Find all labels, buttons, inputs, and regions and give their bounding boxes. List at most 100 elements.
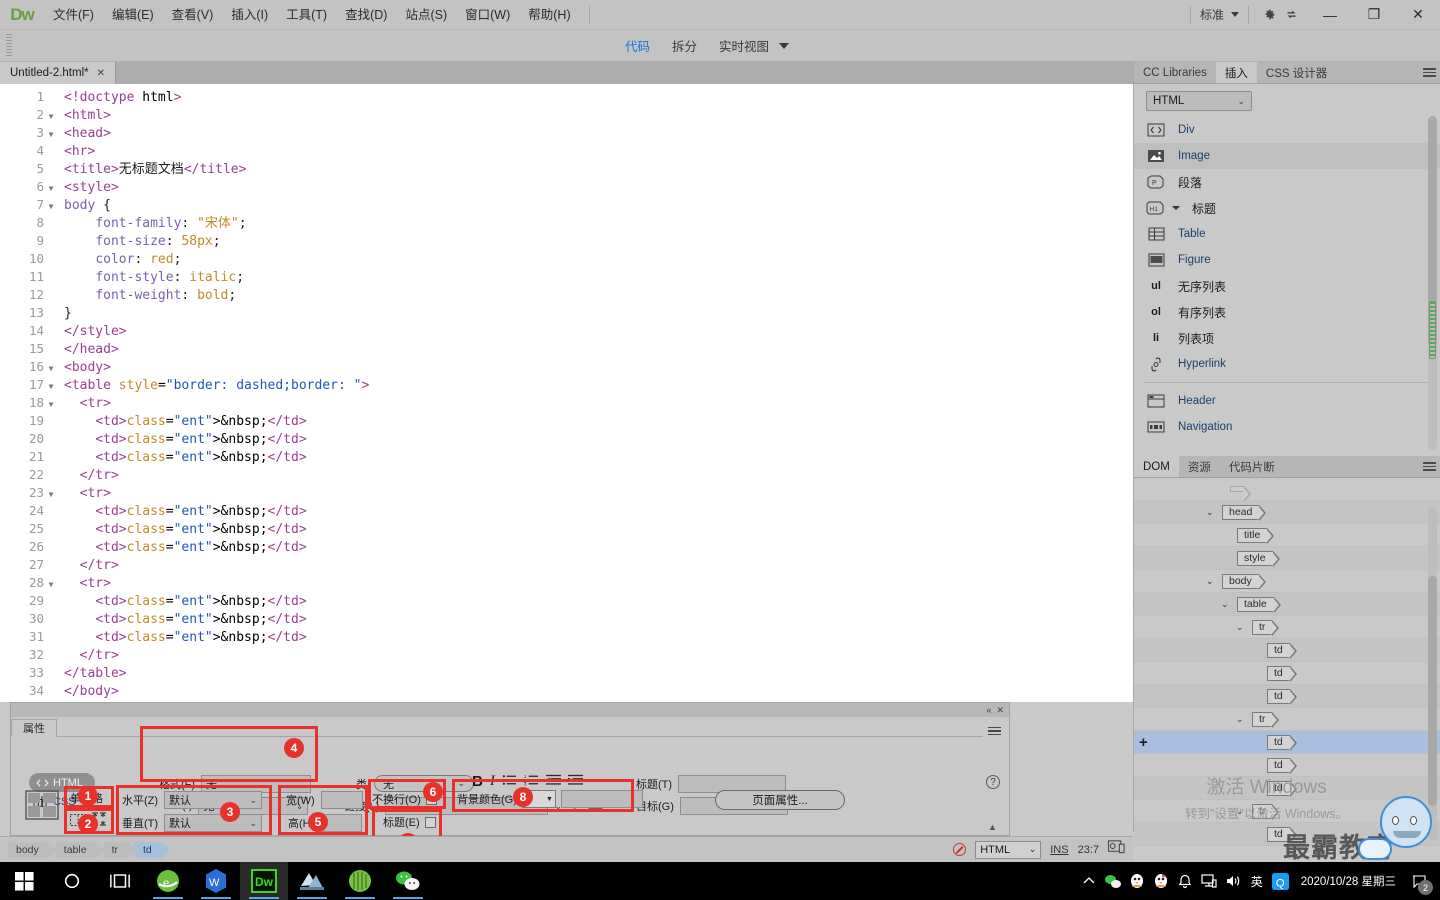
view-tab-code[interactable]: 代码 xyxy=(625,36,650,55)
code-line[interactable]: 10 color: red; xyxy=(0,250,1133,268)
dom-scrollbar-thumb[interactable] xyxy=(1428,576,1437,806)
menu-tools[interactable]: 工具(T) xyxy=(277,0,336,30)
wechat-tray-icon[interactable] xyxy=(1101,862,1125,900)
dom-node-td[interactable]: td xyxy=(1134,777,1440,800)
taskbar-ie-browser[interactable]: e xyxy=(144,862,192,900)
code-line[interactable]: 30 <td>class="ent">&nbsp;</td> xyxy=(0,610,1133,628)
code-line[interactable]: 27 </tr> xyxy=(0,556,1133,574)
code-line[interactable]: 15 </head> xyxy=(0,340,1133,358)
error-indicator-icon[interactable] xyxy=(953,843,967,856)
code-line[interactable]: 33 </table> xyxy=(0,664,1133,682)
menu-help[interactable]: 帮助(H) xyxy=(519,0,579,30)
dom-node-tr[interactable]: ⌄ tr xyxy=(1134,616,1440,639)
taskbar-wechat[interactable] xyxy=(384,862,432,900)
code-line[interactable]: 9 font-size: 58px; xyxy=(0,232,1133,250)
menu-window[interactable]: 窗口(W) xyxy=(456,0,519,30)
taskbar-wps-office[interactable]: W xyxy=(192,862,240,900)
chevron-down-icon[interactable]: ⌄ xyxy=(1236,806,1244,817)
taskbar-start-button[interactable] xyxy=(0,862,48,900)
code-line[interactable]: 21 <td>class="ent">&nbsp;</td> xyxy=(0,448,1133,466)
code-line[interactable]: 12 font-weight: bold; xyxy=(0,286,1133,304)
code-line[interactable]: 14 </style> xyxy=(0,322,1133,340)
header-checkbox[interactable] xyxy=(424,816,436,828)
code-line[interactable]: 22 </tr> xyxy=(0,466,1133,484)
code-line[interactable]: 4 <hr> xyxy=(0,142,1133,160)
chevron-down-icon[interactable]: ⌄ xyxy=(1236,714,1244,725)
workspace-switcher[interactable]: 标准 xyxy=(1200,6,1239,23)
bold-button[interactable]: B xyxy=(472,773,483,790)
qq-tray-icon-2[interactable] xyxy=(1149,862,1173,900)
add-node-icon[interactable]: + xyxy=(1139,735,1148,750)
insert-item-table[interactable]: Table xyxy=(1134,221,1440,247)
dom-node-td[interactable]: td xyxy=(1134,662,1440,685)
close-icon[interactable]: ✕ xyxy=(996,705,1004,716)
dom-node-td[interactable]: + td xyxy=(1134,731,1440,754)
insert-item-列表项[interactable]: li 列表项 xyxy=(1134,325,1440,351)
document-tab[interactable]: Untitled-2.html* ✕ xyxy=(0,62,117,84)
dom-node-body[interactable]: ⌄ body xyxy=(1134,570,1440,593)
menu-find[interactable]: 查找(D) xyxy=(336,0,396,30)
insert-item-无序列表[interactable]: ul 无序列表 xyxy=(1134,273,1440,299)
code-line[interactable]: 8 font-family: "宋体"; xyxy=(0,214,1133,232)
qq-tray-icon-1[interactable] xyxy=(1125,862,1149,900)
code-line[interactable]: 1 <!doctype html> xyxy=(0,88,1133,106)
code-line[interactable]: 2 ▼ <html> xyxy=(0,106,1133,124)
panel-menu-icon[interactable] xyxy=(1418,456,1440,477)
code-line[interactable]: 18 ▼ <tr> xyxy=(0,394,1133,412)
insert-item-段落[interactable]: P 段落 xyxy=(1134,169,1440,195)
code-line[interactable]: 11 font-style: italic; xyxy=(0,268,1133,286)
dom-node-title[interactable]: title xyxy=(1134,524,1440,547)
taskbar-search-button[interactable] xyxy=(48,862,96,900)
notification-center-icon[interactable]: 2 xyxy=(1406,862,1434,900)
insert-item-hyperlink[interactable]: Hyperlink xyxy=(1134,351,1440,377)
code-line[interactable]: 16 ▼ <body> xyxy=(0,358,1133,376)
view-tab-split[interactable]: 拆分 xyxy=(672,36,697,55)
ime-indicator[interactable]: 英 xyxy=(1245,862,1269,900)
minimize-button[interactable]: — xyxy=(1308,1,1352,29)
insert-item-div[interactable]: Div xyxy=(1134,117,1440,143)
taskbar-dreamweaver[interactable]: Dw xyxy=(240,862,288,900)
chat-bubble-small-icon[interactable] xyxy=(1358,838,1392,860)
insert-item-标题[interactable]: H1 标题 xyxy=(1134,195,1440,221)
dom-node-tr[interactable]: ⌄ tr xyxy=(1134,708,1440,731)
code-line[interactable]: 26 <td>class="ent">&nbsp;</td> xyxy=(0,538,1133,556)
insert-scrollbar[interactable] xyxy=(1428,116,1437,450)
code-line[interactable]: 17 ▼ <table style="border: dashed;border: … xyxy=(0,376,1133,394)
code-line[interactable]: 34 </body> xyxy=(0,682,1133,700)
insert-item-header[interactable]: Header xyxy=(1134,388,1440,414)
dom-node-td[interactable]: td xyxy=(1134,754,1440,777)
drag-grip-icon[interactable] xyxy=(4,33,14,58)
chat-assistant-avatar-icon[interactable] xyxy=(1380,796,1432,848)
tab-css-designer[interactable]: CSS 设计器 xyxy=(1257,62,1336,83)
horizontal-align-select[interactable]: 默认 ⌄ xyxy=(164,791,263,809)
code-line[interactable]: 3 ▼ <head> xyxy=(0,124,1133,142)
sync-icon[interactable] xyxy=(1280,4,1302,26)
chevron-down-icon[interactable]: ⌄ xyxy=(1206,576,1214,587)
breadcrumb-tr[interactable]: tr xyxy=(103,841,137,858)
properties-menu-icon[interactable] xyxy=(983,726,1005,735)
code-line[interactable]: 31 <td>class="ent">&nbsp;</td> xyxy=(0,628,1133,646)
menu-site[interactable]: 站点(S) xyxy=(396,0,456,30)
gear-icon[interactable] xyxy=(1258,4,1280,26)
properties-tab[interactable]: 属性 xyxy=(11,719,57,737)
code-line[interactable]: 7 ▼ body { xyxy=(0,196,1133,214)
doctype-select[interactable]: HTML ⌄ xyxy=(975,840,1042,859)
code-line[interactable]: 32 </tr> xyxy=(0,646,1133,664)
help-icon[interactable]: ? xyxy=(986,775,1000,789)
code-line[interactable]: 25 <td>class="ent">&nbsp;</td> xyxy=(0,520,1133,538)
bgcolor-input[interactable] xyxy=(560,790,643,808)
tab-assets[interactable]: 资源 xyxy=(1179,456,1220,477)
insert-category-select[interactable]: HTML ⌄ xyxy=(1146,91,1252,111)
code-line[interactable]: 13} xyxy=(0,304,1133,322)
insert-item-navigation[interactable]: Navigation xyxy=(1134,414,1440,440)
dom-node-td[interactable]: td xyxy=(1134,685,1440,708)
vertical-align-select[interactable]: 默认 ⌄ xyxy=(164,814,263,832)
expand-collapse-icon[interactable]: ▲ xyxy=(988,822,997,832)
taskbar-task-view-button[interactable] xyxy=(96,862,144,900)
show-hidden-icons[interactable] xyxy=(1077,862,1101,900)
taskbar-media-app[interactable] xyxy=(336,862,384,900)
menu-edit[interactable]: 编辑(E) xyxy=(103,0,163,30)
code-line[interactable]: 19 <td>class="ent">&nbsp;</td> xyxy=(0,412,1133,430)
unordered-list-button[interactable] xyxy=(502,774,517,789)
insert-item-image[interactable]: Image xyxy=(1134,143,1440,169)
